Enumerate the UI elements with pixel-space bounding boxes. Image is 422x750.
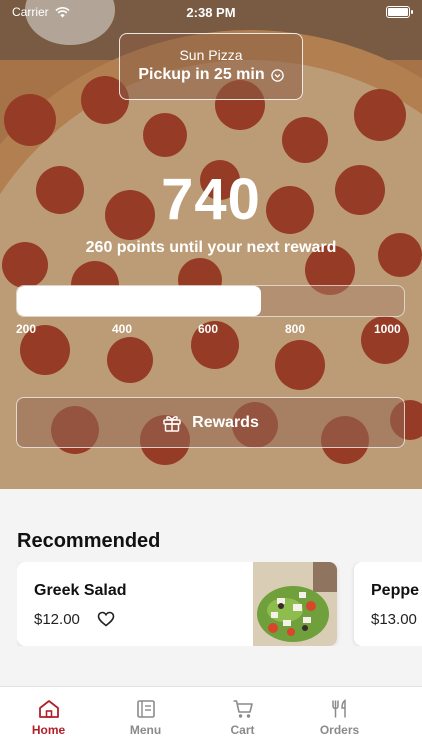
tab-orders[interactable]: Orders [291,687,388,750]
greek-salad-image [253,562,337,646]
menu-icon [136,700,155,718]
pickup-time: Pickup in 25 min [138,66,265,83]
tab-label: Cart [230,723,255,737]
points-progress-bar [16,285,405,317]
chevron-down-circle-icon [270,68,284,82]
recommended-carousel[interactable]: Greek Salad $12.00 Peppe $13.00 [17,562,422,646]
tab-menu[interactable]: Menu [97,687,194,750]
tab-home[interactable]: Home [0,687,97,750]
progress-ticks: 200 400 600 800 1000 [16,322,405,338]
tick-label: 600 [198,322,219,336]
tick-label: 400 [112,322,133,336]
carrier-label: Carrier [12,5,49,19]
points-until-reward: 260 points until your next reward [85,239,337,256]
tab-label: Orders [319,723,360,737]
hero-banner: Carrier 2:38 PM Sun Pizza Pickup in 25 m… [0,0,422,489]
status-bar: Carrier 2:38 PM [0,0,422,24]
tick-label: 1000 [374,322,401,336]
store-name: Sun Pizza [179,47,243,63]
product-price: $13.00 [371,611,417,628]
gift-icon [163,415,181,432]
product-card[interactable]: Greek Salad $12.00 [17,562,337,646]
utensils-icon [331,699,346,718]
rewards-button[interactable]: Rewards [16,397,405,448]
tick-label: 200 [16,322,37,336]
product-card[interactable]: Peppe $13.00 [354,562,422,646]
product-price: $12.00 [34,611,80,628]
recommended-heading: Recommended [17,530,161,552]
tab-label: Home [31,723,66,737]
status-time: 2:38 PM [186,4,236,20]
product-name: Peppe [371,582,420,599]
cart-icon [233,700,253,718]
battery-icon [386,6,413,18]
home-icon [38,700,59,718]
tab-label: Menu [129,723,162,737]
heart-icon[interactable] [97,611,115,627]
tab-cart[interactable]: Cart [194,687,291,750]
rewards-button-label: Rewards [192,413,259,431]
wifi-icon [55,6,70,17]
product-name: Greek Salad [34,582,127,599]
store-selector[interactable]: Sun Pizza Pickup in 25 min [119,33,303,100]
bottom-tab-bar: Home Menu Cart Orders [0,686,422,750]
tick-label: 800 [285,322,306,336]
points-progress-fill [17,286,261,316]
points-balance: 740 [161,167,261,232]
